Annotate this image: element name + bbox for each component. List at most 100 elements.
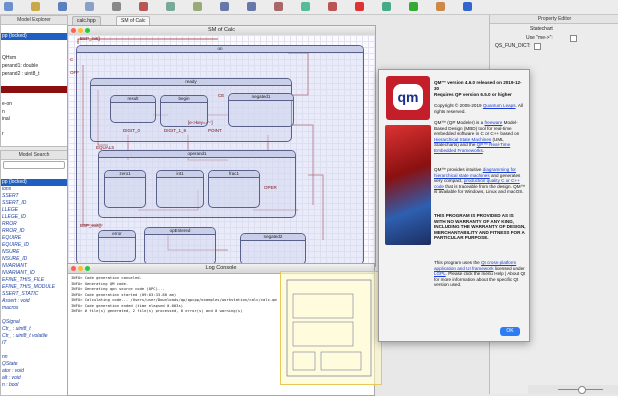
lgpl-link[interactable]: LGPL xyxy=(434,271,446,276)
model-search-results[interactable]: pp {locked} ions SSERT SSERT_ID LLEGE LLEGE_I… xyxy=(1,179,67,389)
tree-row[interactable] xyxy=(1,48,67,56)
state-zero1[interactable]: zero1 xyxy=(104,170,146,208)
tree-row[interactable]: ator : void xyxy=(1,368,67,375)
tree-row[interactable]: LLEGE_ID xyxy=(1,214,67,221)
tree-row[interactable]: Ctr_ : uint8_t xyxy=(1,326,67,333)
tree-row[interactable]: e-on xyxy=(1,101,67,109)
use-me-checkbox[interactable] xyxy=(570,35,577,42)
find-icon[interactable] xyxy=(274,2,283,11)
tree-row[interactable]: perand2 : uint8_t xyxy=(1,71,67,79)
redo-icon[interactable] xyxy=(247,2,256,11)
help-icon[interactable] xyxy=(463,2,472,11)
tree-row[interactable] xyxy=(1,347,67,354)
tree-row[interactable]: nn xyxy=(1,354,67,361)
copyright-text: Copyright © 2005-2019 Quantum Leaps. All… xyxy=(434,103,523,114)
state-negated2[interactable]: negated2 xyxy=(240,233,306,265)
minimize-console-button[interactable] xyxy=(78,266,83,271)
tree-row[interactable]: IT xyxy=(1,340,67,347)
tree-row[interactable]: NVARIANT_ID xyxy=(1,270,67,277)
code-gen-icon[interactable] xyxy=(355,2,364,11)
zoom-slider-handle[interactable] xyxy=(578,386,586,394)
copy-icon[interactable] xyxy=(166,2,175,11)
ok-button[interactable]: OK xyxy=(500,327,520,336)
model-search-input[interactable] xyxy=(3,161,65,169)
tree-row[interactable]: QSignal xyxy=(1,319,67,326)
zoom-console-button[interactable] xyxy=(85,266,90,271)
zoom-window-button[interactable] xyxy=(85,28,90,33)
tree-row[interactable]: pp {locked} xyxy=(1,179,67,186)
tree-row[interactable]: NVARIANT xyxy=(1,263,67,270)
paste-icon[interactable] xyxy=(193,2,202,11)
build-icon[interactable] xyxy=(382,2,391,11)
tab-sm-of-calc[interactable]: SM of Calc xyxy=(116,16,151,25)
freeware-link[interactable]: freeware xyxy=(484,120,502,125)
tree-row[interactable]: SSERT xyxy=(1,193,67,200)
label-oper: OPER xyxy=(264,185,277,190)
tree-row[interactable]: r xyxy=(1,131,67,139)
tree-row[interactable]: RROR_ID xyxy=(1,228,67,235)
tree-row[interactable]: NSURE_ID xyxy=(1,256,67,263)
save-all-icon[interactable] xyxy=(85,2,94,11)
undo-icon[interactable] xyxy=(220,2,229,11)
tree-row[interactable]: RROR xyxy=(1,221,67,228)
tree-row[interactable]: pp {locked} xyxy=(1,32,67,41)
diagram-overview-thumbnail[interactable] xyxy=(280,271,382,385)
tree-row[interactable] xyxy=(1,25,67,33)
state-opentered[interactable]: opEntered xyxy=(144,227,216,265)
tree-row[interactable]: SSERT_ID xyxy=(1,200,67,207)
zoom-in-icon[interactable] xyxy=(301,2,310,11)
close-window-button[interactable] xyxy=(71,28,76,33)
tree-row[interactable]: SSERT_STATIC xyxy=(1,291,67,298)
state-error[interactable]: error xyxy=(98,230,136,262)
tree-row[interactable] xyxy=(1,124,67,132)
tree-row[interactable]: Ctr_ : uint8_t volatile xyxy=(1,333,67,340)
tree-row[interactable] xyxy=(1,85,67,94)
quantum-leaps-link[interactable]: Quantum Leaps xyxy=(483,103,516,108)
tree-row[interactable]: alt : void xyxy=(1,375,67,382)
tree-row[interactable]: n xyxy=(1,109,67,117)
tree-row[interactable]: ions xyxy=(1,186,67,193)
cut-icon[interactable] xyxy=(139,2,148,11)
version-text: QM™ version 4.6.0 released on 2019-12-30 xyxy=(434,80,522,91)
tree-row[interactable]: QHsm xyxy=(1,55,67,63)
tree-row[interactable]: inal xyxy=(1,116,67,124)
property-editor-title: Property Editor xyxy=(490,15,618,24)
tree-row[interactable]: QState xyxy=(1,361,67,368)
state-int1[interactable]: int1 xyxy=(156,170,204,208)
tree-row[interactable]: EFINE_THIS_MODULE xyxy=(1,284,67,291)
close-console-button[interactable] xyxy=(71,266,76,271)
tree-row[interactable] xyxy=(1,40,67,48)
state-result[interactable]: result xyxy=(110,95,156,123)
label-off: OFF xyxy=(70,70,79,75)
tree-row[interactable]: perand1: double xyxy=(1,63,67,71)
debug-icon[interactable] xyxy=(436,2,445,11)
model-explorer-tree[interactable]: pp {locked} QHsm perand1: double perand2 : … xyxy=(1,25,67,139)
minimize-window-button[interactable] xyxy=(78,28,83,33)
model-search-title: Model Search xyxy=(1,151,67,160)
tree-row[interactable]: EQUIRE_ID xyxy=(1,242,67,249)
state-frac1[interactable]: frac1 xyxy=(208,170,260,208)
zoom-out-icon[interactable] xyxy=(328,2,337,11)
tree-row[interactable]: NSURE xyxy=(1,249,67,256)
run-icon[interactable] xyxy=(409,2,418,11)
tree-row[interactable] xyxy=(1,93,67,101)
label-ce: CE xyxy=(218,93,225,98)
state-negated1[interactable]: negated1 xyxy=(228,93,294,127)
print-icon[interactable] xyxy=(112,2,121,11)
tree-row[interactable]: macros xyxy=(1,305,67,312)
tree-row[interactable]: EQUIRE xyxy=(1,235,67,242)
save-icon[interactable] xyxy=(58,2,67,11)
tree-row[interactable]: Assert : void xyxy=(1,298,67,305)
description-text: QM™ (QP Modeler) is a freeware Model-Bas… xyxy=(434,120,520,153)
open-icon[interactable] xyxy=(31,2,40,11)
tab-calc-hpp[interactable]: calc.hpp xyxy=(72,16,101,25)
tree-row[interactable] xyxy=(1,78,67,86)
tree-row[interactable]: n : bool xyxy=(1,382,67,389)
hsm-link[interactable]: Hierarchical State Machines xyxy=(434,137,491,142)
new-icon[interactable] xyxy=(4,2,13,11)
diagram-canvas[interactable]: on ready result begin negated1 operand1 … xyxy=(68,35,375,266)
tree-row[interactable] xyxy=(1,312,67,319)
qs-fun-dict-checkbox[interactable] xyxy=(534,43,541,50)
tree-row[interactable]: EFINE_THIS_FILE xyxy=(1,277,67,284)
tree-row[interactable]: LLEGE xyxy=(1,207,67,214)
